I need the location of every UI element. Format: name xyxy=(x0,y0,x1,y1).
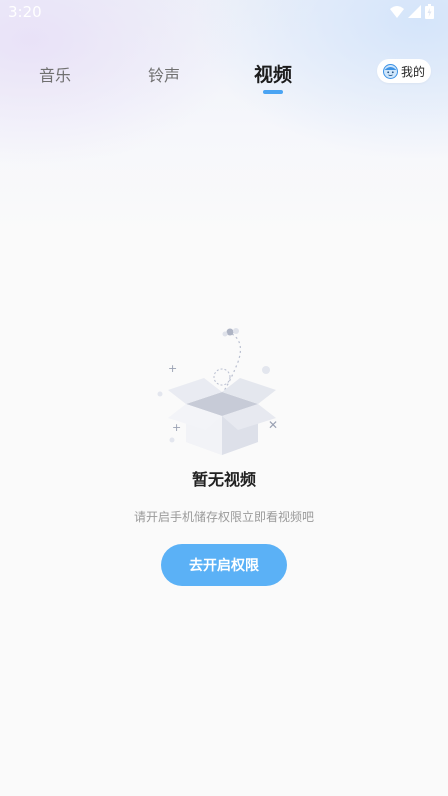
status-bar: 3:20 xyxy=(0,0,448,24)
tab-music[interactable]: 音乐 xyxy=(39,62,71,86)
svg-text:+: + xyxy=(168,362,177,375)
status-icons xyxy=(390,4,434,19)
signal-icon xyxy=(408,5,421,18)
empty-box-icon: + + ✕ xyxy=(157,328,278,455)
open-permission-button[interactable]: 去开启权限 xyxy=(161,544,287,586)
avatar-icon xyxy=(382,63,398,79)
empty-title: 暂无视频 xyxy=(191,470,256,489)
battery-icon xyxy=(425,4,434,19)
tab-video[interactable]: 视频 xyxy=(254,60,292,87)
mine-label: 我的 xyxy=(400,64,425,79)
mine-button[interactable]: 我的 xyxy=(377,59,431,83)
svg-text:+: + xyxy=(172,421,181,434)
active-tab-indicator xyxy=(263,90,283,94)
header-background xyxy=(0,0,448,240)
tab-ringtone[interactable]: 铃声 xyxy=(148,62,180,86)
svg-text:✕: ✕ xyxy=(268,418,278,432)
status-time: 3:20 xyxy=(8,3,42,21)
wifi-icon xyxy=(390,5,404,18)
empty-hint: 请开启手机储存权限立即看视频吧 xyxy=(133,510,314,524)
